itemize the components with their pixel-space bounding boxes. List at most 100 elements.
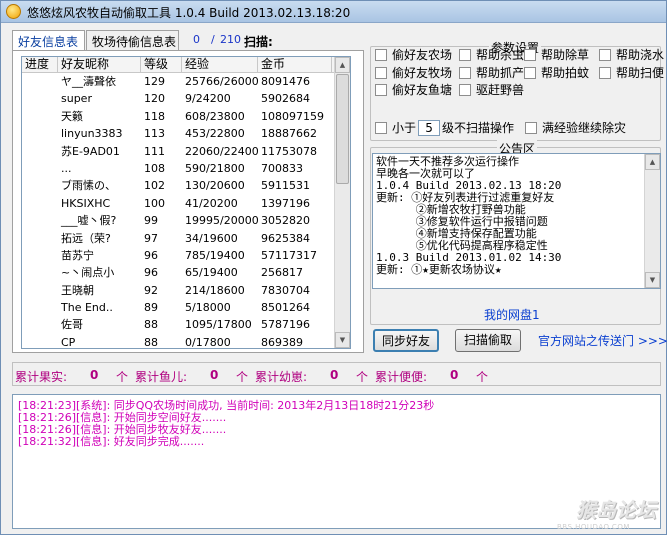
setting-option[interactable]: 帮助除草 [524, 46, 589, 63]
col-level-header[interactable]: 等级 [141, 57, 182, 72]
setting-label: 帮助浇水 [616, 48, 665, 62]
setting-option[interactable]: 帮助抓产 [459, 64, 524, 81]
setting-checkbox[interactable] [459, 48, 471, 61]
row-progress [22, 334, 58, 348]
setting-label: 偷好友农场 [392, 48, 453, 62]
row-nickname: 苗苏宁 [61, 248, 94, 262]
scroll-thumb[interactable] [336, 74, 349, 184]
stat-unit: 个 [356, 370, 369, 384]
row-level: 108 [144, 161, 165, 175]
row-gold: 5902684 [261, 92, 310, 106]
tab-friends-info[interactable]: 好友信息表 [12, 30, 85, 51]
table-scrollbar[interactable]: ▲ ▼ [334, 57, 350, 348]
notice-scrollbar[interactable]: ▲ ▼ [644, 154, 660, 288]
row-gold: 3052820 [261, 214, 310, 228]
setting-checkbox[interactable] [375, 83, 387, 96]
row-nickname: ブ雨愫の、 [61, 179, 116, 193]
full-exp-label: 满经验继续除灾 [542, 121, 627, 135]
progress-separator: / [211, 33, 215, 46]
setting-checkbox[interactable] [599, 66, 611, 79]
setting-checkbox[interactable] [459, 66, 471, 79]
scan-steal-button[interactable]: 扫描偷取 [455, 329, 521, 352]
min-level-option[interactable]: 小于 5 级不扫描操作 [375, 119, 514, 136]
setting-checkbox[interactable] [524, 48, 536, 61]
table-row[interactable]: linyun3383 113 453/22800 18887662 [22, 125, 350, 142]
table-row[interactable]: ヤ__濤聲依 129 25766/26000 8091476 [22, 73, 350, 90]
table-row[interactable]: CP 88 0/17800 869389 [22, 334, 350, 349]
row-exp: 41/20200 [185, 196, 238, 210]
setting-option[interactable]: 帮助浇水 [599, 46, 664, 63]
table-row[interactable]: ... 108 590/21800 700833 [22, 160, 350, 177]
stat-label: 累计便便: [375, 370, 428, 384]
row-exp: 9/24200 [185, 92, 231, 106]
setting-label: 驱赶野兽 [476, 83, 525, 97]
table-row[interactable]: HKSIXHC 100 41/20200 1397196 [22, 195, 350, 212]
col-gold-header[interactable]: 金币 [258, 57, 332, 72]
setting-option[interactable]: 偷好友鱼塘 [375, 81, 452, 98]
setting-option[interactable]: 帮助杀虫 [459, 46, 524, 63]
row-progress [22, 73, 58, 90]
friends-table[interactable]: 进度 好友昵称 等级 经验 金币 ヤ__濤聲依 129 25766/26000 809… [21, 56, 351, 349]
table-row[interactable]: ブ雨愫の、 102 130/20600 5911531 [22, 177, 350, 194]
setting-option[interactable]: 帮助拍蚊 [524, 64, 589, 81]
setting-checkbox[interactable] [375, 66, 387, 79]
col-nickname-header[interactable]: 好友昵称 [58, 57, 141, 72]
setting-checkbox[interactable] [524, 66, 536, 79]
setting-option[interactable]: 偷好友牧场 [375, 64, 452, 81]
notice-scroll-up-icon[interactable]: ▲ [645, 154, 660, 170]
table-row[interactable]: 天籁 118 608/23800 108097159 [22, 108, 350, 125]
full-exp-option[interactable]: 满经验继续除灾 [525, 119, 626, 136]
row-gold: 108097159 [261, 109, 324, 123]
table-row[interactable]: ___嘘丶假? 99 19995/20000 3052820 [22, 212, 350, 229]
log-box[interactable]: [18:21:23][系统]: 同步QQ农场时间成功, 当前时间: 2013年2… [12, 394, 661, 529]
table-row[interactable]: super 120 9/24200 5902684 [22, 90, 350, 107]
row-gold: 869389 [261, 335, 303, 349]
row-nickname: linyun3383 [61, 127, 123, 141]
table-row[interactable]: ~丶闹点小 96 65/19400 256817 [22, 264, 350, 281]
row-level: 100 [144, 196, 165, 210]
min-level-input[interactable]: 5 [418, 119, 441, 136]
row-gold: 11753078 [261, 144, 317, 158]
full-exp-checkbox[interactable] [525, 121, 537, 134]
setting-option[interactable]: 驱赶野兽 [459, 81, 524, 98]
row-gold: 8501264 [261, 301, 310, 315]
tab-ranch-steal-info[interactable]: 牧场待偷信息表 [86, 30, 179, 50]
col-exp-header[interactable]: 经验 [182, 57, 258, 72]
setting-label: 帮助杀虫 [476, 48, 525, 62]
setting-option[interactable]: 帮助扫便 [599, 64, 664, 81]
table-row[interactable]: 佐哥 88 1095/17800 5787196 [22, 316, 350, 333]
row-nickname: 拓远（荣? [61, 231, 111, 245]
row-exp: 785/19400 [185, 248, 245, 262]
setting-label: 帮助拍蚊 [541, 66, 590, 80]
row-exp: 22060/22400 [185, 144, 258, 158]
notice-textbox[interactable]: 软件一天不推荐多次运行操作 早晚各一次就可以了 1.0.4 Build 2013.0… [372, 153, 661, 289]
setting-checkbox[interactable] [375, 48, 387, 61]
setting-label: 偷好友牧场 [392, 66, 453, 80]
app-icon [6, 4, 21, 19]
row-exp: 130/20600 [185, 179, 245, 193]
setting-option[interactable]: 偷好友农场 [375, 46, 452, 63]
row-level: 88 [144, 335, 158, 349]
row-exp: 608/23800 [185, 109, 245, 123]
netdisk-link[interactable]: 我的网盘1 [484, 306, 540, 323]
setting-checkbox[interactable] [599, 48, 611, 61]
official-site-link[interactable]: 官方网站之传送门 >>> [538, 332, 667, 349]
row-gold: 57117317 [261, 248, 317, 262]
table-row[interactable]: 王晓朝 92 214/18600 7830704 [22, 282, 350, 299]
table-row[interactable]: 苗苏宁 96 785/19400 57117317 [22, 247, 350, 264]
table-row[interactable]: 拓远（荣? 97 34/19600 9625384 [22, 230, 350, 247]
table-row[interactable]: 苏E-9AD01 111 22060/22400 11753078 [22, 143, 350, 160]
table-row[interactable]: The End.. 89 5/18000 8501264 [22, 299, 350, 316]
scroll-down-icon[interactable]: ▼ [335, 332, 350, 348]
setting-checkbox[interactable] [459, 83, 471, 96]
col-progress-header[interactable]: 进度 [22, 57, 58, 72]
row-gold: 8091476 [261, 75, 310, 88]
row-progress [22, 195, 58, 212]
notice-scroll-down-icon[interactable]: ▼ [645, 272, 660, 288]
sync-friends-button[interactable]: 同步好友 [373, 329, 439, 352]
scroll-up-icon[interactable]: ▲ [335, 57, 350, 73]
row-progress [22, 230, 58, 247]
scan-label: 扫描: [244, 35, 273, 49]
min-level-checkbox[interactable] [375, 121, 387, 134]
row-nickname: 佐哥 [61, 318, 83, 332]
